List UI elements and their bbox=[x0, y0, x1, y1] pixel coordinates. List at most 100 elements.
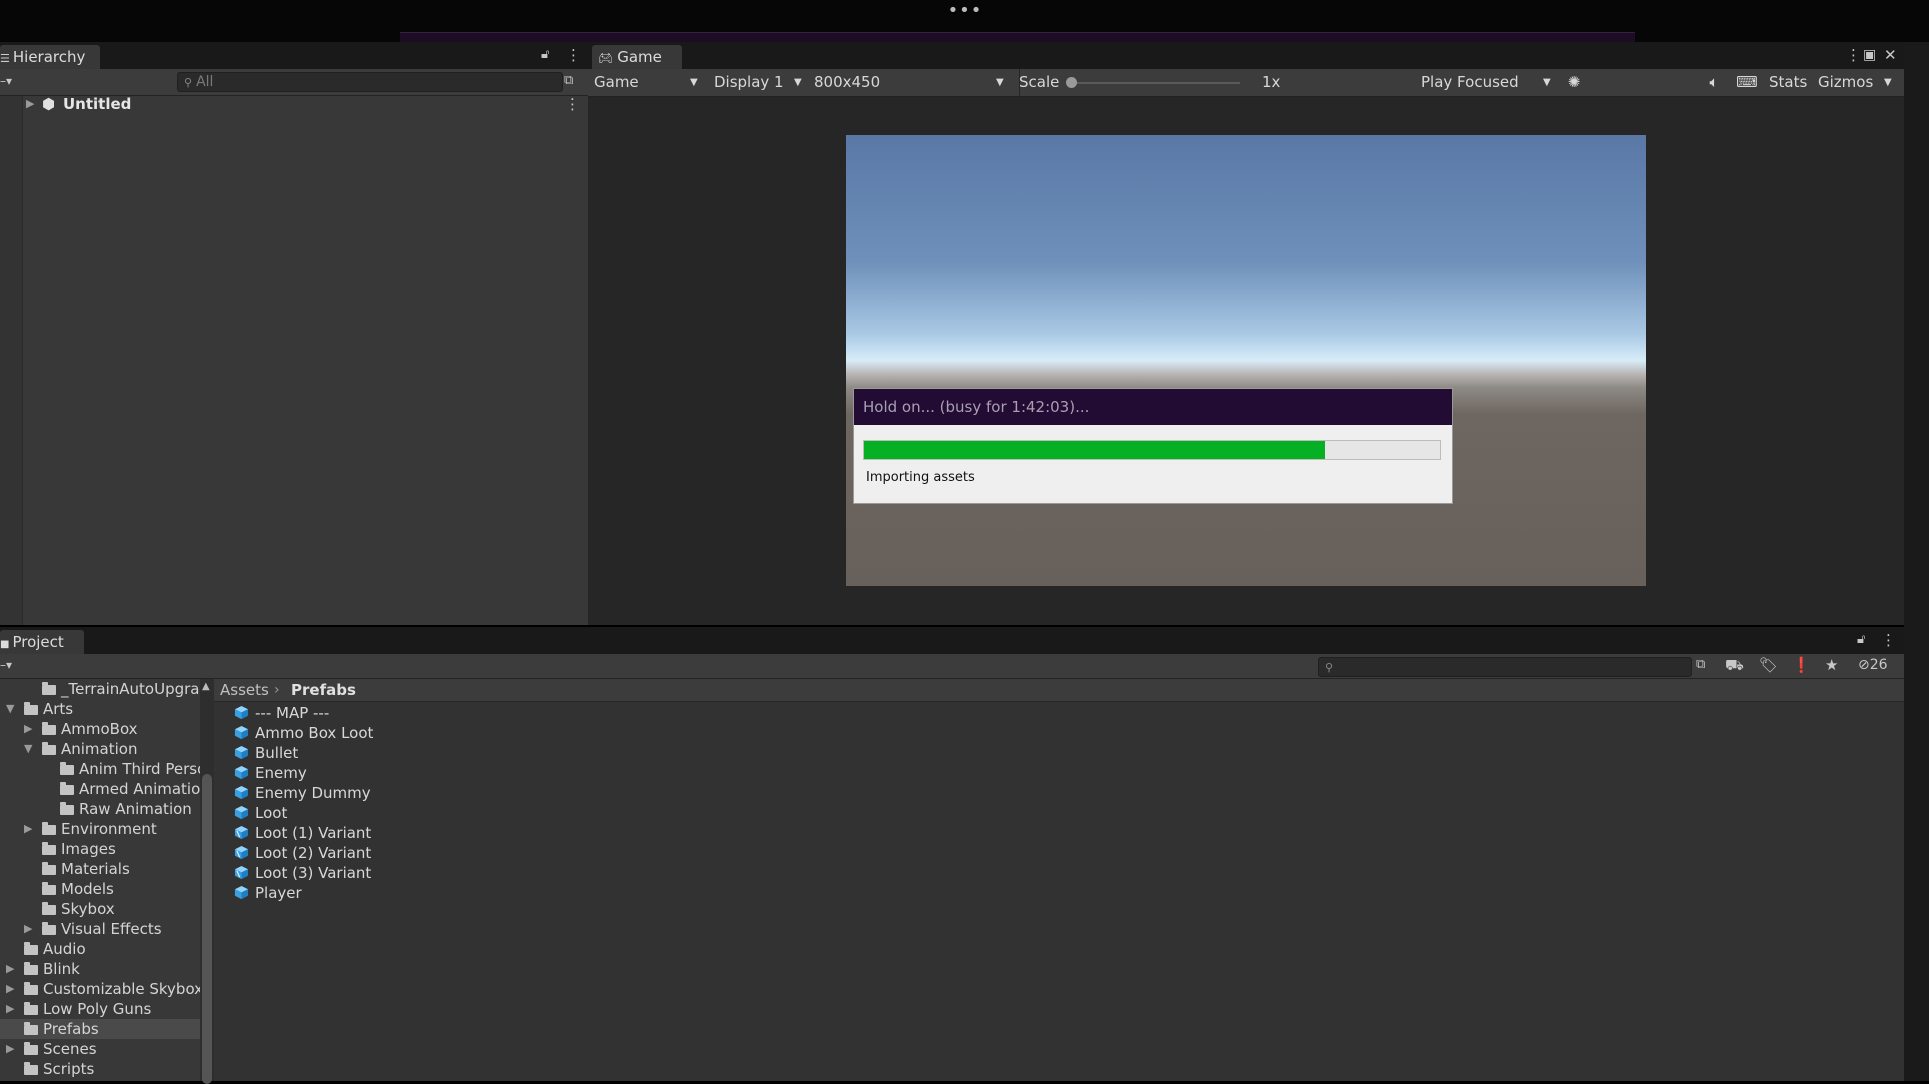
tree-item[interactable]: Skybox bbox=[0, 899, 200, 919]
asset-item[interactable]: --- MAP --- bbox=[234, 703, 534, 723]
search-filter-icon[interactable]: ⧉ bbox=[564, 71, 573, 91]
breadcrumb-root[interactable]: Assets bbox=[220, 679, 269, 701]
prefab-icon bbox=[234, 885, 249, 900]
game-tab-label: Game bbox=[617, 48, 662, 66]
collapsed-arrow-icon[interactable]: ▶ bbox=[6, 979, 14, 999]
asset-item[interactable]: Loot (3) Variant bbox=[234, 863, 534, 883]
tree-item[interactable]: Armed Animation bbox=[0, 779, 200, 799]
folder-icon bbox=[60, 782, 74, 795]
scroll-up-icon[interactable]: ▲ bbox=[202, 681, 212, 695]
display-dropdown[interactable]: Display 1 ▼ bbox=[714, 69, 804, 96]
tab-hierarchy[interactable]: ☰ Hierarchy bbox=[0, 45, 100, 69]
tree-item[interactable]: ▶ Visual Effects bbox=[0, 919, 200, 939]
prefab-variant-icon bbox=[234, 825, 249, 840]
tree-item[interactable]: ▼ Arts bbox=[0, 699, 200, 719]
scene-row[interactable]: ▶ ⬢ Untitled ⋮ bbox=[22, 94, 582, 114]
filter-by-label-icon[interactable]: 🏷︎ bbox=[1759, 655, 1778, 675]
tree-item[interactable]: Raw Animation bbox=[0, 799, 200, 819]
tree-item[interactable]: Images bbox=[0, 839, 200, 859]
lock-icon[interactable]: 🔓︎ bbox=[1857, 630, 1865, 650]
project-search-input[interactable]: ⚲ bbox=[1318, 657, 1692, 677]
search-filter-icon[interactable]: ⧉ bbox=[1696, 655, 1705, 675]
game-viewport[interactable] bbox=[846, 135, 1646, 586]
play-mode-dropdown[interactable]: Play Focused ▼ bbox=[1421, 69, 1551, 96]
tree-scrollbar-thumb[interactable] bbox=[202, 774, 212, 1084]
unity-scene-icon: ⬢ bbox=[42, 95, 56, 113]
kebab-menu-icon[interactable]: ⋮ bbox=[1881, 630, 1896, 650]
tab-game[interactable]: 🎮︎ Game bbox=[592, 45, 682, 69]
tree-item[interactable]: ▶ Scenes bbox=[0, 1039, 200, 1059]
more-dots-icon[interactable]: ••• bbox=[940, 2, 990, 22]
eye-slash-icon: ⊘ bbox=[1858, 657, 1870, 673]
tree-item[interactable]: Materials bbox=[0, 859, 200, 879]
project-panel: ■ Project 🔓︎ ⋮ –▾ ⚲ ⧉ ⛟ 🏷︎ ❗ ★ ⊘26 _Terra… bbox=[0, 627, 1904, 1084]
expanded-arrow-icon[interactable]: ▼ bbox=[24, 739, 32, 759]
expanded-arrow-icon[interactable]: ▼ bbox=[6, 699, 14, 719]
view-mode-dropdown[interactable]: Game ▼ bbox=[594, 69, 704, 96]
add-dropdown-icon[interactable]: –▾ bbox=[0, 71, 12, 91]
progress-dialog-title: Hold on... (busy for 1:42:03)... bbox=[854, 389, 1452, 425]
tree-item[interactable]: Prefabs bbox=[0, 1019, 200, 1039]
stats-button[interactable]: Stats bbox=[1769, 69, 1809, 96]
mute-audio-icon[interactable]: 🔈︎ bbox=[1703, 69, 1725, 96]
asset-item[interactable]: Enemy bbox=[234, 763, 534, 783]
asset-item[interactable]: Ammo Box Loot bbox=[234, 723, 534, 743]
tree-item[interactable]: ▼ Animation bbox=[0, 739, 200, 759]
bug-icon[interactable]: ✺ bbox=[1563, 69, 1585, 96]
collapsed-arrow-icon[interactable]: ▶ bbox=[6, 1039, 14, 1059]
resolution-dropdown[interactable]: 800x450 ▼ bbox=[814, 69, 1014, 96]
close-icon[interactable]: ✕ bbox=[1884, 45, 1897, 65]
hierarchy-toolbar: –▾ ⚲ All ⧉ bbox=[0, 69, 588, 96]
folder-icon bbox=[42, 902, 56, 915]
lock-icon[interactable]: 🔓︎ bbox=[541, 45, 549, 65]
keyboard-icon[interactable]: ⌨︎ bbox=[1736, 69, 1758, 96]
expand-arrow-icon[interactable]: ▶ bbox=[26, 94, 34, 114]
collapsed-arrow-icon[interactable]: ▶ bbox=[24, 819, 32, 839]
tree-item[interactable]: _TerrainAutoUpgrade bbox=[0, 679, 200, 699]
tree-item[interactable]: ▶ Blink bbox=[0, 959, 200, 979]
favorites-star-icon[interactable]: ★ bbox=[1825, 655, 1838, 675]
tree-item[interactable]: ▶ AmmoBox bbox=[0, 719, 200, 739]
collapsed-arrow-icon[interactable]: ▶ bbox=[24, 719, 32, 739]
breadcrumb-current[interactable]: Prefabs bbox=[291, 679, 356, 701]
asset-item[interactable]: Loot (1) Variant bbox=[234, 823, 534, 843]
hidden-packages-toggle[interactable]: ⊘26 bbox=[1858, 655, 1888, 675]
add-dropdown-icon[interactable]: –▾ bbox=[0, 655, 12, 675]
tree-item[interactable]: Anim Third Perso bbox=[0, 759, 200, 779]
filter-by-type-icon[interactable]: ⛟ bbox=[1725, 655, 1744, 675]
asset-item[interactable]: Loot bbox=[234, 803, 534, 823]
collapsed-arrow-icon[interactable]: ▶ bbox=[6, 999, 14, 1019]
tab-project[interactable]: ■ Project bbox=[0, 630, 84, 654]
scale-slider-track bbox=[1070, 82, 1240, 84]
collapsed-arrow-icon[interactable]: ▶ bbox=[6, 959, 14, 979]
maximize-icon[interactable]: ▣ bbox=[1863, 45, 1876, 65]
tree-item[interactable]: ▶ Low Poly Guns bbox=[0, 999, 200, 1019]
asset-item[interactable]: Player bbox=[234, 883, 534, 903]
tree-item-label: Scenes bbox=[43, 1040, 97, 1058]
tree-item[interactable]: ▶ Customizable Skybox bbox=[0, 979, 200, 999]
tree-item[interactable]: Models bbox=[0, 879, 200, 899]
collapsed-arrow-icon[interactable]: ▶ bbox=[24, 919, 32, 939]
asset-item[interactable]: Bullet bbox=[234, 743, 534, 763]
filter-warning-icon[interactable]: ❗ bbox=[1792, 655, 1811, 675]
folder-icon bbox=[42, 882, 56, 895]
scale-slider[interactable] bbox=[1066, 69, 1246, 96]
asset-label: Loot (2) Variant bbox=[255, 844, 372, 862]
asset-item[interactable]: Enemy Dummy bbox=[234, 783, 534, 803]
gizmos-button[interactable]: Gizmos bbox=[1818, 69, 1878, 96]
scale-slider-handle[interactable] bbox=[1066, 77, 1077, 88]
project-folder-tree: _TerrainAutoUpgrade ▼ Arts ▶ AmmoBox ▼ Animati… bbox=[0, 679, 200, 1081]
folder-icon bbox=[42, 722, 56, 735]
tree-item[interactable]: Audio bbox=[0, 939, 200, 959]
kebab-menu-icon[interactable]: ⋮ bbox=[1846, 45, 1861, 65]
asset-label: Enemy bbox=[255, 764, 307, 782]
scene-menu-icon[interactable]: ⋮ bbox=[565, 94, 580, 114]
gizmos-chevron-down-icon[interactable]: ▼ bbox=[1884, 69, 1898, 96]
tree-item[interactable]: Scripts bbox=[0, 1059, 200, 1079]
asset-item[interactable]: Loot (2) Variant bbox=[234, 843, 534, 863]
hierarchy-search-input[interactable]: ⚲ All bbox=[177, 72, 563, 92]
tree-item[interactable]: ▶ Environment bbox=[0, 819, 200, 839]
tree-scrollbar[interactable]: ▲ bbox=[200, 679, 214, 1084]
kebab-menu-icon[interactable]: ⋮ bbox=[566, 45, 581, 65]
tree-item-label: _TerrainAutoUpgrade bbox=[61, 680, 200, 698]
